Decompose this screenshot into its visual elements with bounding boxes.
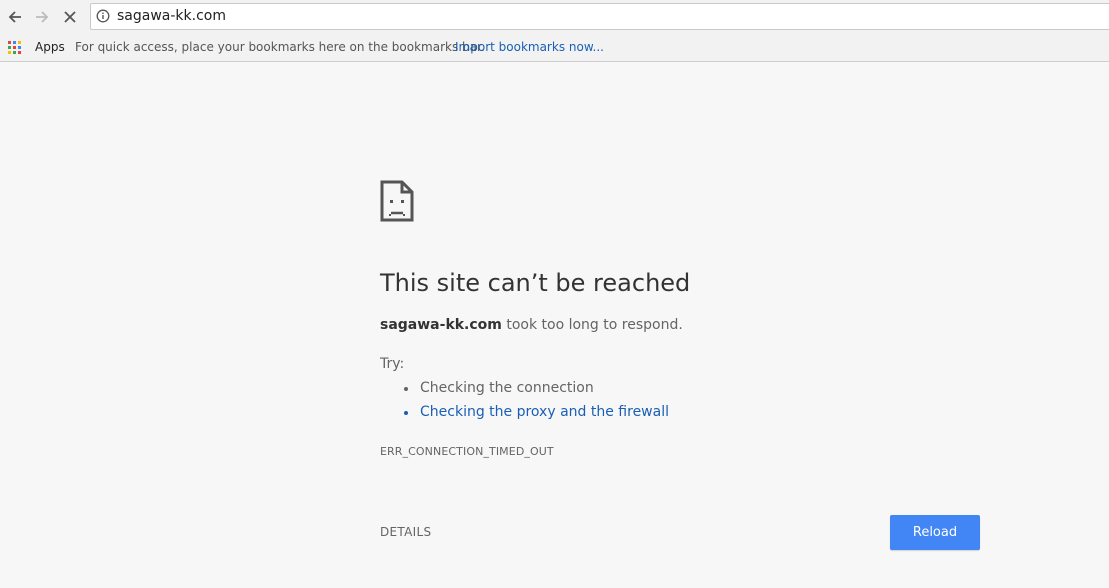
error-code: ERR_CONNECTION_TIMED_OUT: [380, 445, 554, 458]
error-host: sagawa-kk.com: [380, 317, 502, 333]
bookmarks-hint: For quick access, place your bookmarks h…: [75, 40, 485, 54]
suggestion-text: Checking the connection: [420, 380, 594, 396]
apps-grid-icon[interactable]: [8, 41, 22, 55]
address-bar[interactable]: sagawa-kk.com: [90, 3, 1109, 30]
bookmarks-bar: Apps For quick access, place your bookma…: [0, 34, 1109, 62]
forward-button[interactable]: [30, 5, 54, 29]
suggestions-list: Checking the connection Checking the pro…: [380, 379, 669, 427]
browser-toolbar: sagawa-kk.com: [0, 0, 1109, 34]
back-arrow-icon: [8, 11, 21, 23]
forward-arrow-icon: [36, 11, 49, 23]
suggestion-link[interactable]: Checking the proxy and the firewall: [420, 404, 669, 420]
suggestion-check-proxy-firewall[interactable]: Checking the proxy and the firewall: [380, 403, 669, 427]
try-label: Try:: [380, 356, 405, 372]
info-icon[interactable]: [96, 9, 110, 23]
apps-shortcut[interactable]: Apps: [35, 40, 65, 54]
details-button[interactable]: DETAILS: [380, 525, 431, 539]
url-text[interactable]: sagawa-kk.com: [117, 7, 226, 26]
bullet: [404, 387, 408, 391]
import-bookmarks-link[interactable]: Import bookmarks now...: [455, 40, 604, 54]
error-description-suffix: took too long to respond.: [501, 317, 683, 333]
sad-page-icon: [380, 180, 414, 222]
error-title: This site can’t be reached: [380, 269, 691, 297]
stop-button[interactable]: [58, 5, 82, 29]
back-button[interactable]: [3, 5, 27, 29]
suggestion-check-connection: Checking the connection: [380, 379, 669, 403]
error-description: sagawa-kk.com took too long to respond.: [380, 317, 683, 333]
bullet: [404, 411, 408, 415]
stop-icon: [64, 11, 76, 23]
reload-button[interactable]: Reload: [890, 515, 980, 550]
